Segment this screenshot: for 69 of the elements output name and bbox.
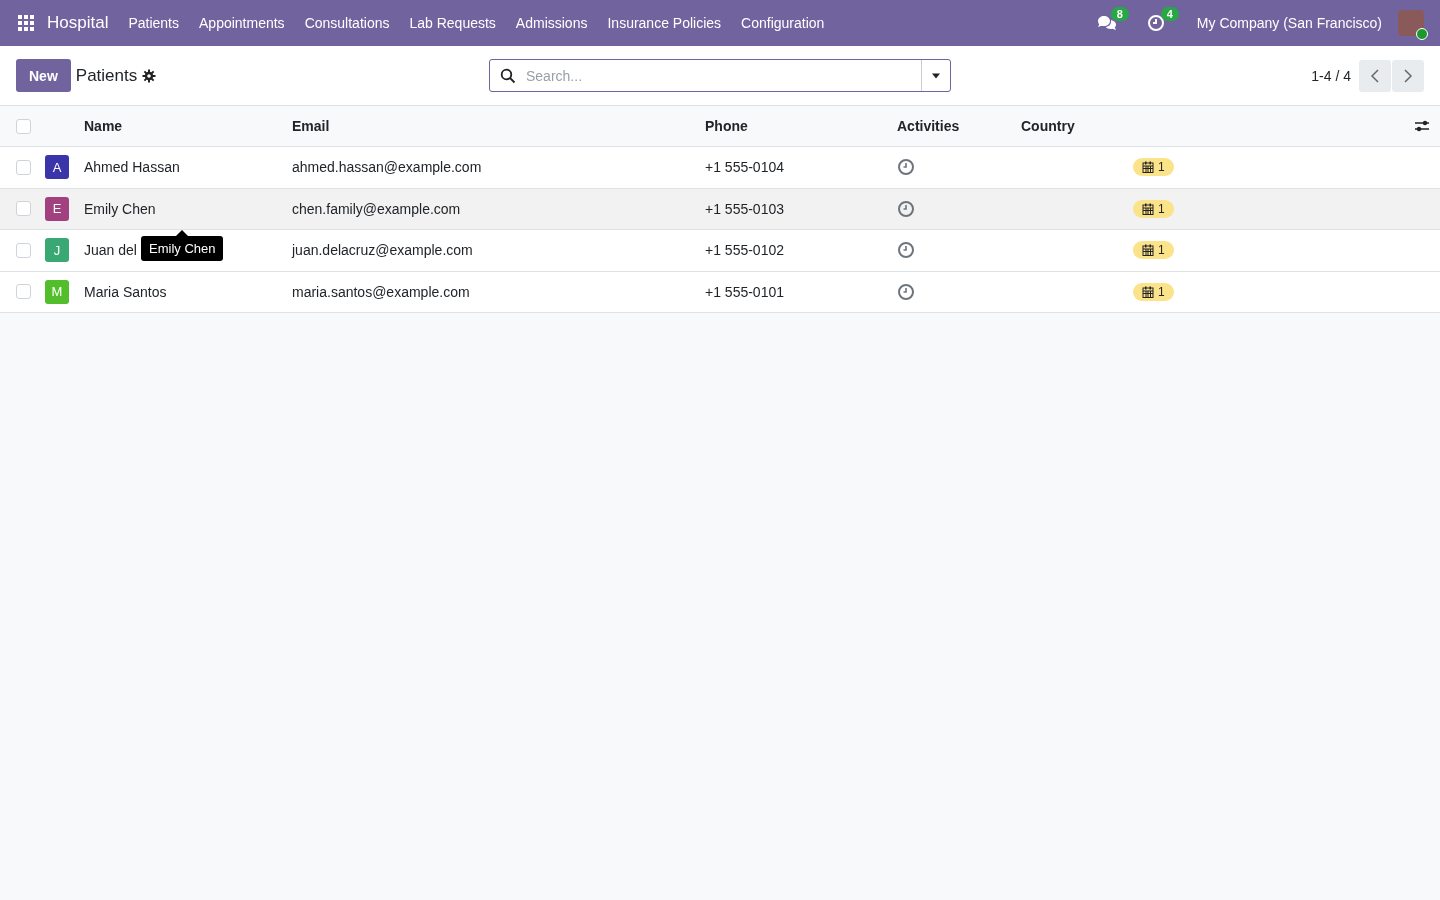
menu-item[interactable]: Patients xyxy=(118,15,189,31)
sliders-icon[interactable] xyxy=(1414,119,1430,133)
email-cell: maria.santos@example.com xyxy=(292,283,470,300)
menu-item[interactable]: Configuration xyxy=(731,15,835,31)
calendar-count-badge: 1 xyxy=(1133,199,1174,218)
patient-name: Juan del xyxy=(84,242,137,259)
calendar-count-badge: 1 xyxy=(1133,282,1174,301)
column-header[interactable]: Activities xyxy=(897,118,960,134)
previous-page-button[interactable] xyxy=(1359,59,1391,92)
app-name-link[interactable]: Hospital xyxy=(47,13,109,33)
row-checkbox[interactable] xyxy=(16,242,31,258)
table-row[interactable]: M Maria Santos maria.santos@example.com +1 555-0101 1 xyxy=(0,271,1440,313)
column-header[interactable]: Phone xyxy=(705,118,748,134)
select-all-checkbox[interactable] xyxy=(16,118,31,134)
new-button[interactable]: New xyxy=(16,59,71,92)
caret-down-icon xyxy=(932,72,940,79)
clock-icon[interactable] xyxy=(897,199,915,218)
phone-cell: +1 555-0101 xyxy=(705,283,785,300)
activity-count-badge: 4 xyxy=(1160,7,1179,21)
table-row[interactable]: A Ahmed Hassan ahmed.hassan@example.com +1 555-0104 1 xyxy=(0,147,1440,189)
online-status-dot xyxy=(1416,28,1428,40)
patient-name: Emily Chen xyxy=(84,200,156,217)
search-icon xyxy=(500,67,516,84)
apps-grid-icon[interactable] xyxy=(17,14,35,32)
table-row[interactable]: J Juan del Emily Chen juan.delacruz@example.com +1 555-0102 1 xyxy=(0,230,1440,272)
phone-cell: +1 555-0103 xyxy=(705,200,785,217)
email-cell: chen.family@example.com xyxy=(292,200,461,217)
calendar-icon xyxy=(1142,202,1154,215)
company-switcher[interactable]: My Company (San Francisco) xyxy=(1196,15,1382,31)
initial-avatar: M xyxy=(45,279,69,304)
chevron-right-icon xyxy=(1404,68,1412,83)
calendar-icon xyxy=(1142,244,1154,257)
calendar-icon xyxy=(1142,285,1154,298)
row-checkbox[interactable] xyxy=(16,201,31,217)
menu-item[interactable]: Lab Requests xyxy=(399,15,506,31)
menu-item[interactable]: Appointments xyxy=(189,15,295,31)
patient-name: Ahmed Hassan xyxy=(84,159,180,176)
clock-icon[interactable] xyxy=(897,241,915,260)
email-cell: ahmed.hassan@example.com xyxy=(292,159,482,176)
calendar-count-badge: 1 xyxy=(1133,241,1174,260)
menu-item[interactable]: Insurance Policies xyxy=(597,15,732,31)
table-row[interactable]: E Emily Chen chen.family@example.com +1 555-0103 1 xyxy=(0,188,1440,230)
initial-avatar: J xyxy=(45,238,69,263)
next-page-button[interactable] xyxy=(1392,59,1424,92)
message-count-badge: 8 xyxy=(1110,7,1129,21)
chat-bubbles-icon[interactable] xyxy=(1096,15,1117,31)
row-checkbox[interactable] xyxy=(16,159,31,175)
breadcrumb-title: Patients xyxy=(75,65,138,86)
clock-icon[interactable] xyxy=(897,158,915,177)
calendar-count-badge: 1 xyxy=(1133,158,1174,177)
column-header[interactable]: Country xyxy=(1021,118,1075,134)
menu-item[interactable]: Consultations xyxy=(294,15,400,31)
chevron-left-icon xyxy=(1371,68,1379,83)
search-bar[interactable]: Search... xyxy=(489,59,951,92)
menu-item[interactable]: Admissions xyxy=(505,15,598,31)
patient-name: Maria Santos xyxy=(84,283,167,300)
name-tooltip: Emily Chen xyxy=(141,230,224,261)
initial-avatar: A xyxy=(45,155,69,180)
column-header[interactable]: Name xyxy=(84,118,123,134)
phone-cell: +1 555-0102 xyxy=(705,242,785,259)
email-cell: juan.delacruz@example.com xyxy=(292,242,473,259)
row-checkbox[interactable] xyxy=(16,284,31,300)
calendar-icon xyxy=(1142,161,1154,174)
column-header[interactable]: Email xyxy=(292,118,330,134)
pager-value[interactable]: 1-4 / 4 xyxy=(1311,67,1351,84)
clock-icon[interactable] xyxy=(897,282,915,301)
initial-avatar: E xyxy=(45,196,69,221)
phone-cell: +1 555-0104 xyxy=(705,159,785,176)
gear-icon[interactable] xyxy=(142,68,157,83)
